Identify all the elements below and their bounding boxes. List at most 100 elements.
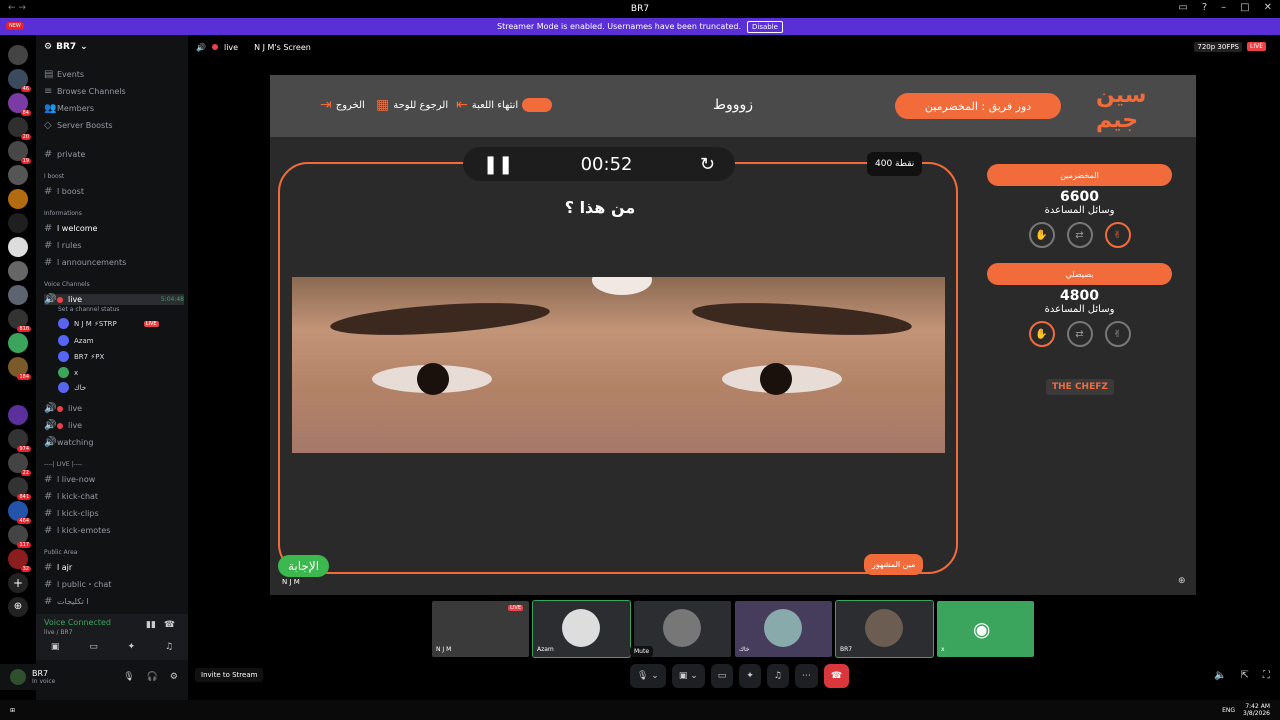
screen-share-button[interactable]: ▭ [710, 664, 734, 688]
close-button[interactable]: ✕ [1264, 2, 1272, 13]
swap-icon[interactable]: ⇄ [1066, 222, 1093, 248]
celebrity-button[interactable]: مين المشهور [864, 554, 924, 575]
stream-viewport[interactable]: ⇥ الخروج ▦ الرجوع للوحة ⇤ انتهاء اللعبة زوو… [270, 75, 1196, 595]
server-icon[interactable]: 46 [8, 69, 31, 92]
exit-button[interactable]: ⇥ الخروج [320, 97, 365, 113]
voice-user[interactable]: خاك [58, 382, 86, 393]
minimize-button[interactable]: – [1221, 2, 1226, 13]
voice-location[interactable]: live / BR7 [44, 629, 73, 636]
voice-user[interactable]: N J M ⚡STRP LIVE [58, 318, 159, 329]
voice-status[interactable]: Voice Connected [44, 618, 111, 627]
reset-timer-icon[interactable]: ↻ [700, 154, 715, 175]
server-icon[interactable]: 32 [8, 549, 31, 572]
server-icon[interactable]: 84 [8, 93, 31, 116]
swap-icon[interactable]: ⇄ [1066, 321, 1093, 347]
nav-members[interactable]: 👥 Members [44, 103, 94, 114]
voice-user[interactable]: Azam [58, 335, 94, 346]
category-live[interactable]: ----| LIVE |---- [44, 461, 82, 468]
nav-server-boosts[interactable]: ◇ Server Boosts [44, 120, 113, 131]
inbox-icon[interactable]: ▭ [1178, 2, 1187, 13]
category-informations[interactable]: Informations [44, 210, 82, 217]
headphones-icon[interactable]: 🎧 [147, 672, 158, 682]
nav-browse-channels[interactable]: ≡ Browse Channels [44, 86, 126, 97]
settings-icon[interactable]: ⚙ [170, 672, 178, 682]
guild-header[interactable]: ⚙ BR7 ⌄ [36, 35, 188, 59]
invite-to-stream[interactable]: Invite to Stream [195, 668, 264, 682]
channel-live-now[interactable]: # ا live-now [44, 474, 95, 485]
help-icon[interactable]: ? [1202, 2, 1207, 13]
screen-share-icon[interactable]: ▭ [89, 642, 98, 652]
camera-icon[interactable]: ▣ [51, 642, 60, 652]
server-icon[interactable] [8, 405, 28, 425]
participant-tile[interactable]: BR7 [835, 600, 934, 658]
server-icon[interactable]: 184 [8, 357, 31, 380]
category-boost[interactable]: ا boost [44, 173, 64, 180]
discover-icon[interactable]: ⊕ [8, 597, 28, 617]
volume-icon[interactable]: 🔈 [1214, 670, 1226, 681]
server-icon[interactable] [8, 45, 28, 65]
nav-arrows[interactable]: ← → [8, 3, 26, 13]
disconnect-button[interactable]: ☎ [823, 664, 850, 688]
hand-icon[interactable]: ✋ [1028, 222, 1055, 248]
voice-channel-watching[interactable]: 🔊 watching [44, 437, 93, 448]
voice-channel-live[interactable]: 🔊 live 5:04:48 [44, 294, 184, 305]
participant-tile[interactable]: LIVE N J M [432, 601, 529, 657]
toggle-switch[interactable] [522, 98, 553, 112]
participant-tile[interactable]: Azam [532, 600, 631, 658]
voice-user[interactable]: BR7 ⚡PX [58, 351, 104, 362]
voice-user[interactable]: x [58, 367, 78, 378]
channel-private[interactable]: # private [44, 149, 85, 160]
category-voice[interactable]: Voice Channels [44, 281, 90, 288]
server-icon[interactable]: 22 [8, 453, 31, 476]
microphone-icon[interactable]: 🎙 [123, 672, 134, 682]
channel-public-chat[interactable]: # ا public・chat [44, 579, 111, 590]
pause-icon[interactable]: ❚❚ [483, 154, 513, 175]
popout-icon[interactable]: ⇱ [1240, 670, 1248, 681]
server-icon[interactable] [8, 213, 28, 233]
participant-tile[interactable]: ◉ x [937, 601, 1034, 657]
nav-events[interactable]: ▤ Events [44, 69, 84, 80]
server-icon[interactable] [8, 165, 28, 185]
hand-icon[interactable]: ✋ [1028, 321, 1055, 347]
server-icon[interactable]: 19 [8, 141, 31, 164]
disconnect-icon[interactable]: ☎ [164, 620, 175, 630]
channel-last[interactable]: # ا تكليجات [44, 596, 89, 607]
camera-button[interactable]: ▣ ⌄ [671, 664, 705, 688]
channel-announcements[interactable]: # ا announcements [44, 257, 126, 268]
server-icon[interactable]: 117 [8, 525, 31, 548]
channel-ajr[interactable]: # ا ajr [44, 562, 72, 573]
channel-boost[interactable]: # ا boost [44, 186, 84, 197]
back-board-button[interactable]: ▦ الرجوع للوحة [376, 97, 448, 113]
maximize-button[interactable]: □ [1240, 2, 1249, 13]
server-icon[interactable] [8, 333, 28, 353]
peace-icon[interactable]: ✌ [1104, 222, 1131, 248]
server-icon[interactable]: 841 [8, 477, 31, 500]
windows-start-icon[interactable]: ⊞ [10, 707, 15, 714]
language-indicator[interactable]: ENG [1222, 707, 1235, 714]
activities-icon[interactable]: ✦ [128, 642, 136, 652]
server-icon[interactable] [8, 189, 28, 209]
answer-button[interactable]: الإجابة [278, 555, 330, 577]
voice-channel-live-3[interactable]: 🔊 live [44, 420, 82, 431]
avatar[interactable] [10, 669, 26, 685]
fullscreen-icon[interactable]: ⛶ [1263, 670, 1270, 681]
soundboard-button[interactable]: ♫ [766, 664, 789, 688]
channel-kick-clips[interactable]: # ا kick-clips [44, 508, 99, 519]
channel-welcome[interactable]: # ا welcome [44, 223, 97, 234]
disable-streamer-button[interactable]: Disable [747, 20, 783, 33]
server-icon[interactable]: 818 [8, 309, 31, 332]
channel-kick-emotes[interactable]: # ا kick-emotes [44, 525, 110, 536]
server-icon[interactable]: 464 [8, 501, 31, 524]
channel-kick-chat[interactable]: # ا kick-chat [44, 491, 98, 502]
noise-suppression-icon[interactable]: ▮▮ [146, 620, 156, 630]
clock-date[interactable]: 3/8/2026 [1243, 710, 1270, 717]
mute-button[interactable]: 🎙 ⌄ [630, 664, 666, 688]
server-icon[interactable] [8, 261, 28, 281]
server-icon[interactable] [8, 285, 28, 305]
more-button[interactable]: ⋯ [794, 664, 818, 688]
peace-icon[interactable]: ✌ [1104, 321, 1131, 347]
participant-tile[interactable]: خاك [735, 601, 832, 657]
channel-rules[interactable]: # ا rules [44, 240, 81, 251]
soundboard-icon[interactable]: ♫ [165, 642, 173, 652]
category-public[interactable]: Public Area [44, 549, 77, 556]
